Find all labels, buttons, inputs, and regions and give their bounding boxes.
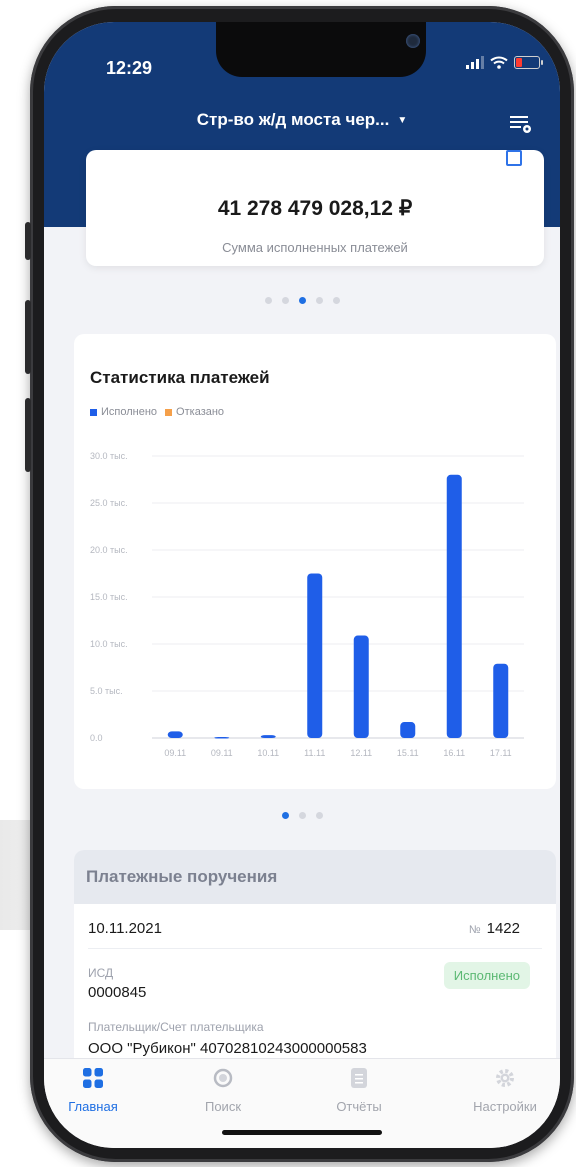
chart-bar[interactable] [307,573,323,739]
search-icon [213,1068,233,1088]
mute-switch [25,222,31,260]
copy-icon[interactable] [506,150,522,166]
project-title: Стр-во ж/д моста чер... [196,110,390,129]
chart-bar[interactable] [260,735,276,738]
status-badge: Исполнено [443,962,530,989]
payment-stats-card: Статистика платежей Исполнено Отказано 0… [74,334,556,789]
carousel-dot[interactable] [332,297,340,304]
tab-search-label: Поиск [204,1099,242,1114]
x-tick-label: 17.11 [490,748,512,758]
home-indicator [222,1130,382,1135]
gear-icon [496,1069,514,1087]
chart-bar[interactable] [446,474,462,738]
phone-screen: 12:29 Стр-во ж/д моста чер... ▼ 41 278 47… [44,22,560,1148]
x-tick-label: 10.11 [257,748,279,758]
chart-bar[interactable] [493,663,509,738]
x-tick-label: 09.11 [164,748,186,758]
carousel-indicator-bottom [44,812,560,819]
filter-settings-icon[interactable] [508,112,534,136]
payment-orders-card: Платежные поручения 10.11.2021 № 1422 ИСД… [74,850,556,1070]
notch [216,22,426,77]
payer-label: Плательщик/Счет плательщика [88,1020,264,1034]
signal-icon [466,56,484,69]
order-number: № 1422 [469,920,520,937]
project-selector[interactable]: Стр-во ж/д моста чер... ▼ [44,110,560,130]
battery-icon [514,56,543,69]
carousel-dot[interactable] [281,812,289,819]
y-tick-label: 5.0 тыс. [90,686,123,696]
tab-home[interactable]: Главная [44,1067,148,1114]
x-tick-label: 12.11 [350,748,372,758]
y-tick-label: 25.0 тыс. [90,498,128,508]
x-tick-label: 09.11 [211,748,233,758]
y-tick-label: 10.0 тыс. [90,639,128,649]
divider [88,948,542,949]
summary-label: Сумма исполненных платежей [222,240,408,255]
bar-chart: 0.0 5.0 тыс. 10.0 тыс. 15.0 тыс. 20.0 тыс. 25… [90,451,524,758]
y-tick-label: 15.0 тыс. [90,592,128,602]
chart-bar[interactable] [214,737,230,739]
tab-home-label: Главная [68,1099,118,1114]
grid-icon [83,1068,103,1088]
x-tick-label: 15.11 [397,748,419,758]
x-tick-label: 16.11 [443,748,465,758]
tab-settings[interactable]: Настройки [450,1067,560,1114]
camera-icon [406,34,420,48]
tab-reports-label: Отчёты [336,1099,382,1114]
status-icons [466,56,543,69]
x-tick-label: 11.11 [304,748,325,758]
chart-bar[interactable] [400,722,416,738]
y-tick-label: 0.0 [90,733,103,743]
document-icon [351,1068,367,1088]
y-tick-label: 30.0 тыс. [90,451,128,461]
chart-bar[interactable] [353,635,369,738]
carousel-indicator-top [44,297,560,304]
chevron-down-icon: ▼ [397,115,408,126]
summary-amount: 41 278 479 028,12 ₽ [217,197,413,220]
order-number-label: № [468,924,481,936]
volume-down-button [25,398,31,472]
tab-reports[interactable]: Отчёты [304,1067,414,1114]
carousel-dot[interactable] [315,812,323,819]
payment-orders-title: Платежные поручения [74,850,556,904]
status-time: 12:29 [106,58,153,78]
volume-up-button [25,300,31,374]
carousel-dot[interactable] [281,297,289,304]
wifi-icon [490,56,508,69]
y-tick-label: 20.0 тыс. [90,545,128,555]
carousel-dot[interactable] [315,297,323,304]
tab-search[interactable]: Поиск [168,1067,278,1114]
carousel-dot[interactable] [298,297,306,304]
summary-card[interactable]: 41 278 479 028,12 ₽ Сумма исполненных пл… [86,150,544,266]
payer-value: ООО "Рубикон" 40702810243000000583 [88,1040,367,1057]
carousel-dot[interactable] [298,812,306,819]
chart-bar[interactable] [167,731,183,738]
order-number-value: 1422 [486,920,520,937]
tab-settings-label: Настройки [473,1099,537,1114]
carousel-dot[interactable] [264,297,272,304]
